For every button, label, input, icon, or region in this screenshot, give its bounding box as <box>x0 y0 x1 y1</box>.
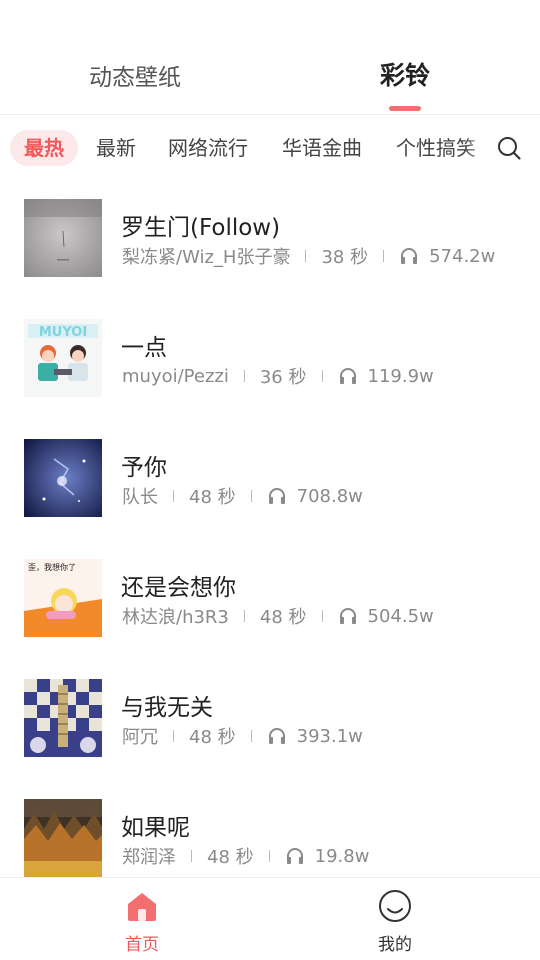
bottom-nav: 首页 我的 <box>0 877 540 960</box>
song-meta: muyoi/Pezzi 36 秒 119.9w <box>122 363 434 389</box>
ringtone-list: 罗生门(Follow) 梨冻紧/Wiz_H张子豪 38 秒 574.2w MUY… <box>0 180 540 877</box>
album-cover <box>24 439 102 517</box>
song-duration: 48 秒 <box>189 727 236 748</box>
headphone-icon <box>401 248 418 264</box>
tab-label: 动态壁纸 <box>89 65 181 91</box>
divider <box>383 250 385 262</box>
song-title: 还是会想你 <box>121 575 236 601</box>
album-cover <box>24 799 102 877</box>
play-count: 19.8w <box>314 845 370 867</box>
song-meta: 林达浪/h3R3 48 秒 504.5w <box>122 603 434 629</box>
song-title: 予你 <box>121 455 167 481</box>
play-count: 708.8w <box>296 485 363 507</box>
song-artist: 郑润泽 <box>122 847 176 868</box>
divider <box>321 370 323 382</box>
song-artist: 林达浪/h3R3 <box>122 607 229 628</box>
divider <box>250 490 252 502</box>
headphone-icon <box>268 728 285 744</box>
divider <box>243 610 245 622</box>
nav-mine[interactable]: 我的 <box>350 888 440 955</box>
nav-label: 首页 <box>125 935 159 955</box>
divider <box>191 850 192 862</box>
top-tab-bar: 动态壁纸 彩铃 <box>0 0 540 115</box>
headphone-icon <box>339 608 356 624</box>
song-meta: 队长 48 秒 708.8w <box>122 483 363 509</box>
nav-label: 我的 <box>378 935 412 955</box>
category-bar: 最热 最新 网络流行 华语金曲 个性搞笑 <box>0 115 540 179</box>
song-meta: 阿冗 48 秒 393.1w <box>122 723 363 749</box>
list-item[interactable]: 与我无关 阿冗 48 秒 393.1w <box>0 660 540 780</box>
profile-icon <box>379 890 411 922</box>
nav-home[interactable]: 首页 <box>97 888 187 955</box>
play-count: 393.1w <box>296 725 363 747</box>
active-tab-indicator <box>389 106 421 111</box>
list-item[interactable]: 予你 队长 48 秒 708.8w <box>0 420 540 540</box>
song-title: 一点 <box>121 335 167 361</box>
divider <box>173 490 174 502</box>
list-item[interactable]: 罗生门(Follow) 梨冻紧/Wiz_H张子豪 38 秒 574.2w <box>0 180 540 300</box>
category-fade <box>464 125 494 171</box>
headphone-icon <box>268 488 285 504</box>
search-icon[interactable] <box>496 135 522 161</box>
divider <box>321 610 323 622</box>
category-chinese-classics[interactable]: 华语金曲 <box>282 130 362 166</box>
home-icon <box>128 893 156 921</box>
song-meta: 郑润泽 48 秒 19.8w <box>122 843 369 869</box>
divider <box>305 250 307 262</box>
song-duration: 38 秒 <box>321 247 369 268</box>
category-internet-popular[interactable]: 网络流行 <box>168 130 248 166</box>
song-duration: 36 秒 <box>259 367 307 388</box>
song-duration: 48 秒 <box>207 847 254 868</box>
list-item[interactable]: 歪，我想你了 还是会想你 林达浪/h3R3 48 秒 504.5w <box>0 540 540 660</box>
cover-caption-text: 歪，我想你了 <box>28 562 76 572</box>
song-artist: muyoi/Pezzi <box>122 365 229 387</box>
album-cover: MUYOI <box>24 319 102 397</box>
cover-brand-text: MUYOI <box>39 325 87 340</box>
song-duration: 48 秒 <box>259 607 307 628</box>
album-cover <box>24 679 102 757</box>
tab-dynamic-wallpaper[interactable]: 动态壁纸 <box>60 58 210 98</box>
tab-ringtone[interactable]: 彩铃 <box>330 56 480 111</box>
play-count: 119.9w <box>367 365 434 387</box>
headphone-icon <box>286 848 303 864</box>
divider <box>173 730 174 742</box>
song-duration: 48 秒 <box>189 487 236 508</box>
song-artist: 阿冗 <box>122 727 158 748</box>
album-cover: 歪，我想你了 <box>24 559 102 637</box>
tab-label: 彩铃 <box>379 61 430 90</box>
category-new[interactable]: 最新 <box>96 130 136 166</box>
play-count: 504.5w <box>367 605 434 627</box>
divider <box>268 850 270 862</box>
list-item[interactable]: MUYOI 一点 muyoi/Pezzi 36 秒 119.9w <box>0 300 540 420</box>
song-artist: 梨冻紧/Wiz_H张子豪 <box>122 247 291 268</box>
play-count: 574.2w <box>429 245 496 267</box>
headphone-icon <box>339 368 356 384</box>
album-cover <box>24 199 102 277</box>
song-artist: 队长 <box>122 487 158 508</box>
song-title: 如果呢 <box>121 815 190 841</box>
category-hot[interactable]: 最热 <box>10 130 78 166</box>
song-title: 与我无关 <box>121 695 213 721</box>
list-item[interactable]: 如果呢 郑润泽 48 秒 19.8w <box>0 780 540 877</box>
song-title: 罗生门(Follow) <box>121 215 281 241</box>
divider <box>243 370 245 382</box>
song-meta: 梨冻紧/Wiz_H张子豪 38 秒 574.2w <box>122 243 495 269</box>
divider <box>250 730 252 742</box>
